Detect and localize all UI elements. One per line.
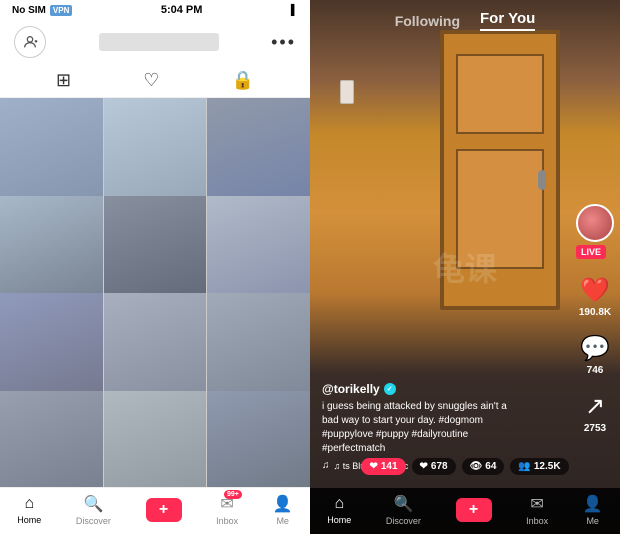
following-tab[interactable]: Following (395, 13, 460, 29)
stat-heart-red-value: 141 (381, 461, 398, 472)
nav-create-right[interactable]: + (456, 498, 492, 522)
nav-home-left[interactable]: ⌂ Home (17, 495, 41, 525)
username-text: @torikelly (322, 382, 380, 396)
home-icon-left: ⌂ (24, 495, 34, 513)
left-panel: No SIM VPN 5:04 PM ▌ ••• ⊞ ♡ 🔒 30 (0, 0, 310, 534)
username-tag: @torikelly ✓ (322, 382, 608, 396)
stat-heart-red: ❤ 141 (361, 458, 405, 475)
verified-icon: ✓ (384, 383, 396, 395)
nav-inbox-label-right: Inbox (526, 516, 548, 526)
inbox-badge-left: 99+ (224, 490, 242, 499)
more-options-button[interactable]: ••• (271, 32, 296, 53)
nav-home-label-left: Home (17, 515, 41, 525)
stat-eye: 👁 64 (462, 458, 505, 475)
heart-icon: ♡ (143, 70, 159, 91)
lock-icon: 🔒 (232, 70, 254, 91)
vpn-badge: VPN (50, 5, 72, 16)
stat-heart-dark-value: 678 (431, 461, 448, 472)
right-panel: 龟课 Following For You LIVE ❤️ 190.8K 💬 74… (310, 0, 620, 534)
stat-eye-value: 64 (485, 461, 496, 472)
avatar-container-right: LIVE (576, 204, 614, 260)
home-icon-right: ⌂ (334, 495, 344, 513)
stat-user: 👥 12.5K (510, 458, 568, 475)
profile-tabs: ⊞ ♡ 🔒 (0, 64, 310, 98)
door-frame (440, 30, 560, 310)
profile-icon-right: 👤 (583, 494, 603, 514)
eye-stat-icon: 👁 (470, 461, 483, 472)
like-button[interactable]: ❤️ 190.8K (579, 276, 611, 318)
grid-icon: ⊞ (56, 70, 71, 91)
liked-tab[interactable]: ♡ (143, 70, 159, 91)
comment-icon: 💬 (580, 334, 610, 363)
bottom-navigation-left: ⌂ Home 🔍 Discover + ✉ 99+ Inbox 👤 Me (0, 487, 310, 534)
create-button-right[interactable]: + (456, 498, 492, 522)
status-bar: No SIM VPN 5:04 PM ▌ (0, 0, 310, 20)
private-tab[interactable]: 🔒 (232, 70, 254, 91)
battery-indicator: ▌ (291, 5, 298, 16)
status-time: 5:04 PM (161, 4, 203, 16)
comment-button[interactable]: 💬 746 (580, 334, 610, 376)
nav-home-label-right: Home (327, 515, 351, 525)
discover-icon-left: 🔍 (83, 494, 103, 514)
nav-discover-left[interactable]: 🔍 Discover (76, 494, 111, 526)
create-button-left[interactable]: + (146, 498, 182, 522)
video-grid: 308.0K 147.5K 148.3K 5.0M 2.0M 140.0K 16… (0, 98, 310, 487)
wall-switch (340, 80, 354, 104)
bottom-navigation-right: ⌂ Home 🔍 Discover + ✉ Inbox 👤 Me (310, 488, 620, 534)
caption-text: i guess being attacked by snuggles ain't… (322, 400, 522, 456)
door-panel-top (456, 54, 544, 134)
inbox-icon-right: ✉ (530, 494, 543, 514)
video-thumb-10[interactable]: 183.9K (0, 391, 103, 488)
add-friend-button[interactable] (14, 26, 46, 58)
grid-tab[interactable]: ⊞ (56, 70, 71, 91)
nav-me-right[interactable]: 👤 Me (583, 494, 603, 526)
nav-inbox-right[interactable]: ✉ Inbox (526, 494, 548, 526)
nav-discover-label-right: Discover (386, 516, 421, 526)
top-navigation-right: Following For You (310, 0, 620, 41)
nav-inbox-label-left: Inbox (216, 516, 238, 526)
profile-header: ••• (0, 20, 310, 64)
for-you-tab[interactable]: For You (480, 10, 535, 31)
nav-discover-right[interactable]: 🔍 Discover (386, 494, 421, 526)
nav-me-left[interactable]: 👤 Me (273, 494, 293, 526)
door-panel-bottom (456, 149, 544, 269)
heart-icon-right: ❤️ (580, 276, 610, 305)
nav-me-label-right: Me (586, 516, 599, 526)
nav-me-label-left: Me (276, 516, 289, 526)
nav-home-right[interactable]: ⌂ Home (327, 495, 351, 525)
carrier-text: No SIM (12, 5, 46, 16)
live-stats-bar: ❤ 141 ❤ 678 👁 64 👥 12.5K (310, 458, 620, 479)
live-badge: LIVE (576, 245, 606, 259)
stat-heart-dark: ❤ 678 (412, 458, 456, 475)
user-stat-icon: 👥 (518, 461, 530, 472)
author-avatar[interactable] (576, 204, 614, 242)
nav-discover-label-left: Discover (76, 516, 111, 526)
nav-inbox-left[interactable]: ✉ 99+ Inbox (216, 494, 238, 526)
stat-user-value: 12.5K (534, 461, 561, 472)
nav-create-left[interactable]: + (146, 498, 182, 522)
video-thumb-12[interactable]: 1.3M (207, 391, 310, 488)
like-count: 190.8K (579, 307, 611, 318)
status-left: No SIM VPN (12, 5, 72, 16)
discover-icon-right: 🔍 (393, 494, 413, 514)
heart-stat-icon: ❤ (369, 461, 377, 472)
profile-icon-left: 👤 (273, 494, 293, 514)
door-visual (440, 30, 560, 310)
heart-stat-icon-2: ❤ (420, 461, 428, 472)
door-handle (538, 170, 546, 190)
username-display (99, 33, 219, 51)
video-thumb-11[interactable]: 186.1K (104, 391, 207, 488)
